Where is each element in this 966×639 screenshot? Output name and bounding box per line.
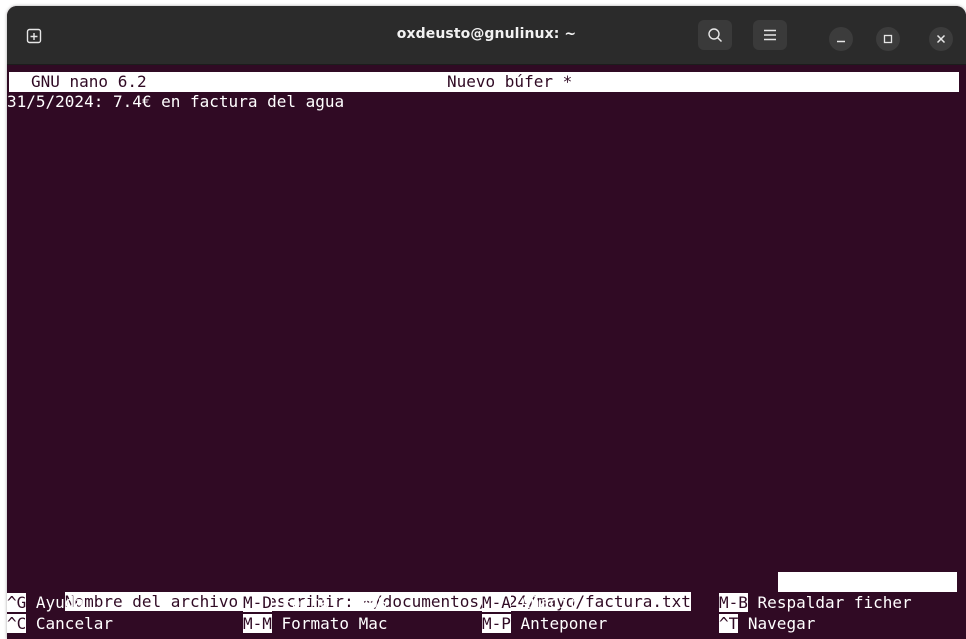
search-button[interactable] <box>698 20 732 50</box>
minimize-icon <box>836 34 846 44</box>
shortcut-row-1: ^G Ayuda M-D Formato DOS M-A Añadir M-B … <box>7 593 966 613</box>
search-icon <box>707 27 723 43</box>
shortcut-label: Formato Mac <box>281 614 388 633</box>
terminal-area[interactable]: GNU nano 6.2 Nuevo búfer * 31/5/2024: 7.… <box>7 66 966 639</box>
shortcut-label: Cancelar <box>35 614 113 633</box>
titlebar: oxdeusto@gnulinux: ~ <box>7 6 966 65</box>
terminal-window: oxdeusto@gnulinux: ~ GNU nano 6.2 Nuevo … <box>7 6 966 639</box>
shortcut-key: ^C <box>7 614 27 633</box>
editor-line[interactable]: 31/5/2024: 7.4€ en factura del agua <box>7 92 957 112</box>
shortcut-browse[interactable]: ^T Navegar <box>719 614 815 634</box>
shortcut-key: M-D <box>243 593 272 612</box>
shortcut-backup[interactable]: M-B Respaldar ficher <box>719 593 912 613</box>
close-icon <box>936 34 946 44</box>
shortcut-key: M-M <box>243 614 272 633</box>
minimize-button[interactable] <box>829 27 853 51</box>
shortcut-label: Navegar <box>747 614 816 633</box>
shortcut-label: Anteponer <box>520 614 608 633</box>
shortcut-prepend[interactable]: M-P Anteponer <box>482 614 607 634</box>
shortcut-label: Formato DOS <box>281 593 388 612</box>
filename-input[interactable] <box>778 572 957 592</box>
menu-button[interactable] <box>753 20 787 50</box>
maximize-button[interactable] <box>876 27 900 51</box>
nano-buffer-name: Nuevo búfer * <box>447 72 573 91</box>
shortcut-key: ^G <box>7 593 27 612</box>
shortcut-mac-format[interactable]: M-M Formato Mac <box>243 614 388 634</box>
shortcut-label: Ayuda <box>35 593 85 612</box>
shortcut-cancel[interactable]: ^C Cancelar <box>7 614 113 634</box>
window-title: oxdeusto@gnulinux: ~ <box>396 26 577 42</box>
shortcut-append[interactable]: M-A Añadir <box>482 593 578 613</box>
shortcut-key: M-P <box>482 614 511 633</box>
shortcut-help[interactable]: ^G Ayuda <box>7 593 84 613</box>
shortcut-dos-format[interactable]: M-D Formato DOS <box>243 593 388 613</box>
shortcut-row-2: ^C Cancelar M-M Formato Mac M-P Antepone… <box>7 614 966 634</box>
close-button[interactable] <box>929 27 953 51</box>
shortcut-label: Respaldar ficher <box>757 593 912 612</box>
hamburger-menu-icon <box>763 29 777 41</box>
shortcut-key: M-B <box>719 593 748 612</box>
nano-version: GNU nano 6.2 <box>31 72 147 91</box>
shortcut-label: Añadir <box>520 593 579 612</box>
shortcut-key: ^T <box>719 614 739 633</box>
nano-header-bar: GNU nano 6.2 Nuevo búfer * <box>9 72 959 92</box>
shortcut-key: M-A <box>482 593 511 612</box>
maximize-icon <box>883 34 893 44</box>
filename-prompt: Nombre del archivo a escribir: ~/documen… <box>7 572 957 611</box>
